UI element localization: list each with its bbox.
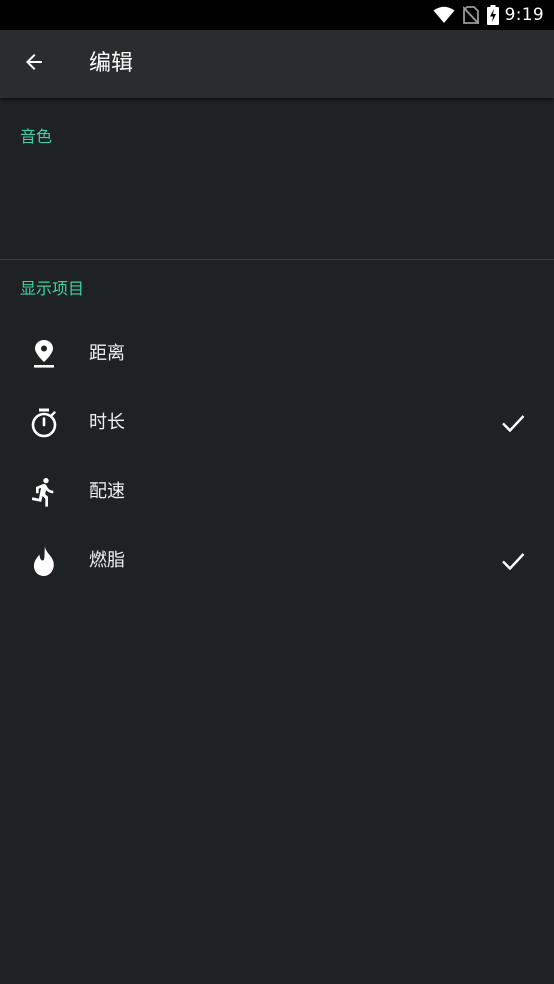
status-icons: 9:19 — [433, 0, 544, 30]
flame-icon — [26, 545, 62, 577]
wifi-icon — [433, 6, 455, 24]
status-bar: 9:19 — [0, 0, 554, 30]
section-divider — [0, 259, 554, 260]
no-sim-icon — [462, 6, 479, 24]
list-item-distance[interactable]: 距离 — [0, 319, 554, 388]
stopwatch-icon — [26, 407, 62, 439]
checkmark-icon[interactable] — [500, 410, 526, 436]
battery-charging-icon — [486, 5, 499, 25]
section-header-display-items: 显示项目 — [20, 279, 85, 298]
running-icon — [26, 476, 62, 508]
location-pin-icon — [26, 338, 62, 370]
status-time: 9:19 — [504, 5, 544, 25]
list-item-label: 配速 — [89, 481, 125, 502]
list-item-label: 燃脂 — [89, 550, 125, 571]
list-item-pace[interactable]: 配速 — [0, 457, 554, 526]
arrow-back-icon — [22, 50, 46, 78]
list-item-fat-burn[interactable]: 燃脂 — [0, 526, 554, 595]
section-header-tone: 音色 — [20, 127, 53, 146]
page-title: 编辑 — [89, 51, 134, 76]
checkmark-icon[interactable] — [500, 548, 526, 574]
list-item-duration[interactable]: 时长 — [0, 388, 554, 457]
back-button[interactable] — [14, 44, 54, 84]
app-bar: 编辑 — [0, 30, 554, 98]
list-item-label: 时长 — [89, 412, 125, 433]
list-item-label: 距离 — [89, 343, 125, 364]
